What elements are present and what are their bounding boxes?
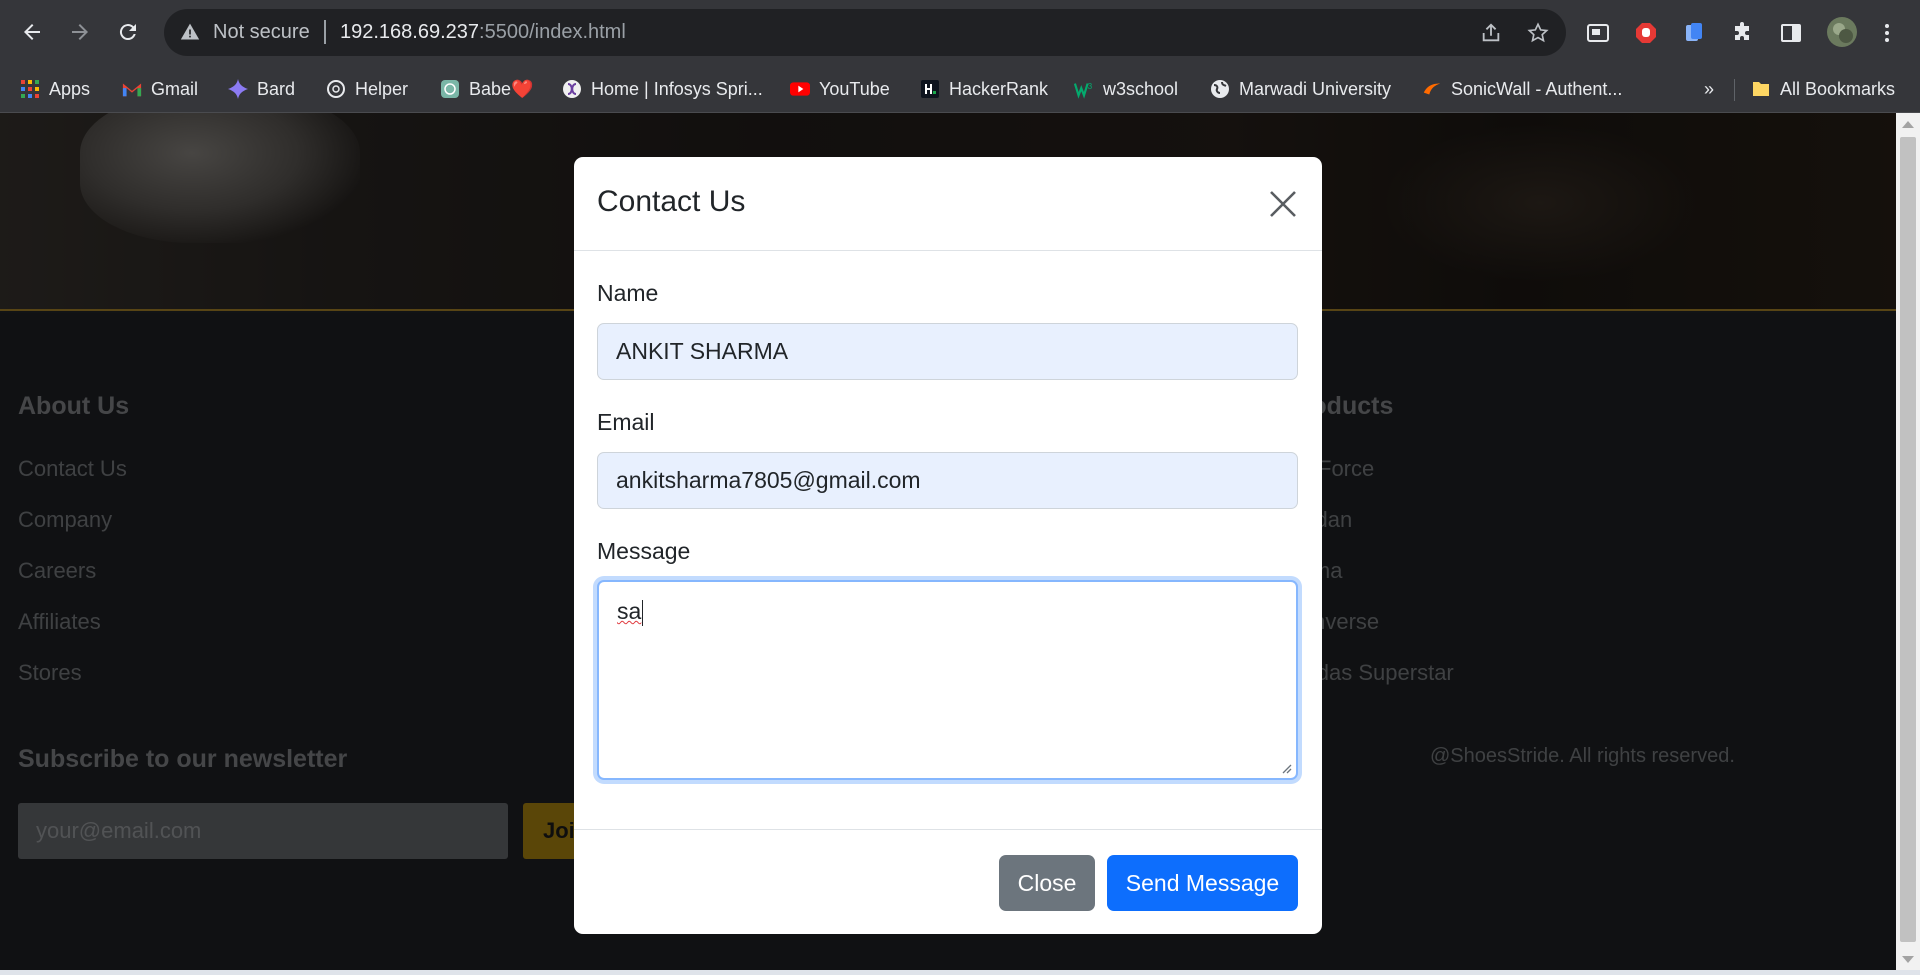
bookmark-w3school[interactable]: 3 w3school — [1074, 75, 1178, 103]
bookmark-bard[interactable]: Bard — [228, 75, 295, 103]
bookmark-label: Helper — [355, 78, 409, 99]
bookmarks-divider — [1734, 79, 1735, 101]
youtube-icon — [790, 79, 810, 99]
apps-grid-icon — [20, 79, 40, 99]
bookmark-label: Bard — [257, 78, 296, 99]
page-scrollbar[interactable] — [1896, 113, 1920, 970]
reload-icon — [119, 24, 136, 41]
bookmark-babe[interactable]: Babe❤️ — [440, 75, 533, 103]
bookmark-sonicwall[interactable]: SonicWall - Authent... — [1422, 75, 1622, 103]
gmail-icon — [122, 79, 142, 99]
globe-icon — [1210, 79, 1230, 99]
name-label: Name — [597, 280, 659, 306]
modal-footer: Close Send Message — [574, 829, 1322, 934]
puzzle-extensions-icon[interactable] — [1730, 20, 1756, 46]
kebab-menu-icon[interactable] — [1874, 20, 1900, 46]
forward-button[interactable] — [62, 14, 98, 50]
back-button[interactable] — [14, 14, 50, 50]
bookmark-label: Gmail — [151, 78, 199, 99]
profile-avatar[interactable] — [1826, 16, 1858, 48]
browser-toolbar: Not secure 192.168.69.237:5500/index.htm… — [0, 0, 1920, 65]
adblock-extension-icon[interactable] — [1633, 20, 1659, 46]
scroll-down-arrow-icon[interactable] — [1902, 956, 1914, 963]
bookmark-label: Apps — [49, 78, 91, 99]
resize-handle-icon[interactable] — [1280, 762, 1292, 774]
bookmark-hackerrank[interactable]: HackerRank — [920, 75, 1048, 103]
modal-close-button[interactable] — [1268, 189, 1298, 219]
bookmark-label: Home | Infosys Spri... — [591, 78, 763, 99]
contact-modal: Contact Us Name ANKIT SHARMA Email ankit… — [574, 157, 1322, 934]
bookmark-marwadi[interactable]: Marwadi University — [1210, 75, 1391, 103]
email-field[interactable]: ankitsharma7805@gmail.com — [597, 452, 1298, 509]
openai-icon — [440, 79, 460, 99]
send-message-button[interactable]: Send Message — [1107, 855, 1298, 911]
openai-icon — [326, 79, 346, 99]
modal-title: Contact Us — [597, 185, 746, 218]
bookmark-label: All Bookmarks — [1780, 78, 1896, 99]
bard-sparkle-icon — [228, 79, 248, 99]
close-button[interactable]: Close — [999, 855, 1095, 911]
svg-text:3: 3 — [1088, 82, 1093, 91]
w3schools-icon: 3 — [1074, 79, 1094, 99]
picture-in-picture-icon[interactable] — [1585, 20, 1611, 46]
bookmark-youtube[interactable]: YouTube — [790, 75, 890, 103]
bookmark-gmail[interactable]: Gmail — [122, 75, 198, 103]
modal-header: Contact Us — [574, 157, 1322, 251]
bookmark-infosys[interactable]: Home | Infosys Spri... — [562, 75, 763, 103]
docs-extension-icon[interactable] — [1681, 20, 1707, 46]
bookmark-label: HackerRank — [949, 78, 1049, 99]
omnibox-divider — [324, 20, 326, 44]
scroll-up-arrow-icon[interactable] — [1902, 121, 1914, 128]
all-bookmarks-folder[interactable]: All Bookmarks — [1751, 75, 1895, 103]
message-text: sa — [617, 598, 642, 624]
overflow-chevron: » — [1704, 78, 1715, 99]
bookmarks-overflow-button[interactable]: » — [1704, 75, 1714, 103]
bookmark-label: w3school — [1103, 78, 1179, 99]
side-panel-icon[interactable] — [1778, 20, 1804, 46]
text-caret — [642, 599, 644, 626]
infosys-icon — [562, 79, 582, 99]
url-host: 192.168.69.237 — [340, 21, 480, 43]
message-textarea[interactable]: sa — [597, 580, 1298, 780]
arrow-left-icon — [24, 24, 40, 40]
bookmark-label: Marwadi University — [1239, 78, 1392, 99]
name-field[interactable]: ANKIT SHARMA — [597, 323, 1298, 380]
bookmark-apps[interactable]: Apps — [20, 75, 90, 103]
arrow-right-icon — [72, 24, 88, 40]
window-bottom-edge — [0, 970, 1920, 975]
sonicwall-icon — [1422, 79, 1442, 99]
bookmark-label: Babe❤️ — [469, 78, 534, 99]
bookmark-star-icon[interactable] — [1526, 21, 1550, 45]
folder-icon — [1751, 79, 1771, 99]
bookmark-helper[interactable]: Helper — [326, 75, 408, 103]
close-icon — [1270, 191, 1296, 217]
reload-button[interactable] — [110, 14, 146, 50]
message-label: Message — [597, 538, 691, 564]
url-text[interactable]: 192.168.69.237:5500/index.html — [340, 21, 626, 44]
scrollbar-thumb[interactable] — [1900, 137, 1916, 942]
email-label: Email — [597, 409, 655, 435]
security-status[interactable]: Not secure — [213, 21, 310, 44]
hackerrank-icon — [920, 79, 940, 99]
bookmark-label: YouTube — [819, 78, 890, 99]
share-icon[interactable] — [1479, 21, 1503, 45]
warning-icon — [180, 22, 200, 47]
address-bar[interactable]: Not secure 192.168.69.237:5500/index.htm… — [164, 9, 1566, 56]
url-path: :5500/index.html — [479, 21, 626, 43]
bookmark-label: SonicWall - Authent... — [1451, 78, 1623, 99]
bookmarks-bar: Apps Gmail Bard Helper Babe❤️ Home | Inf… — [0, 65, 1920, 113]
